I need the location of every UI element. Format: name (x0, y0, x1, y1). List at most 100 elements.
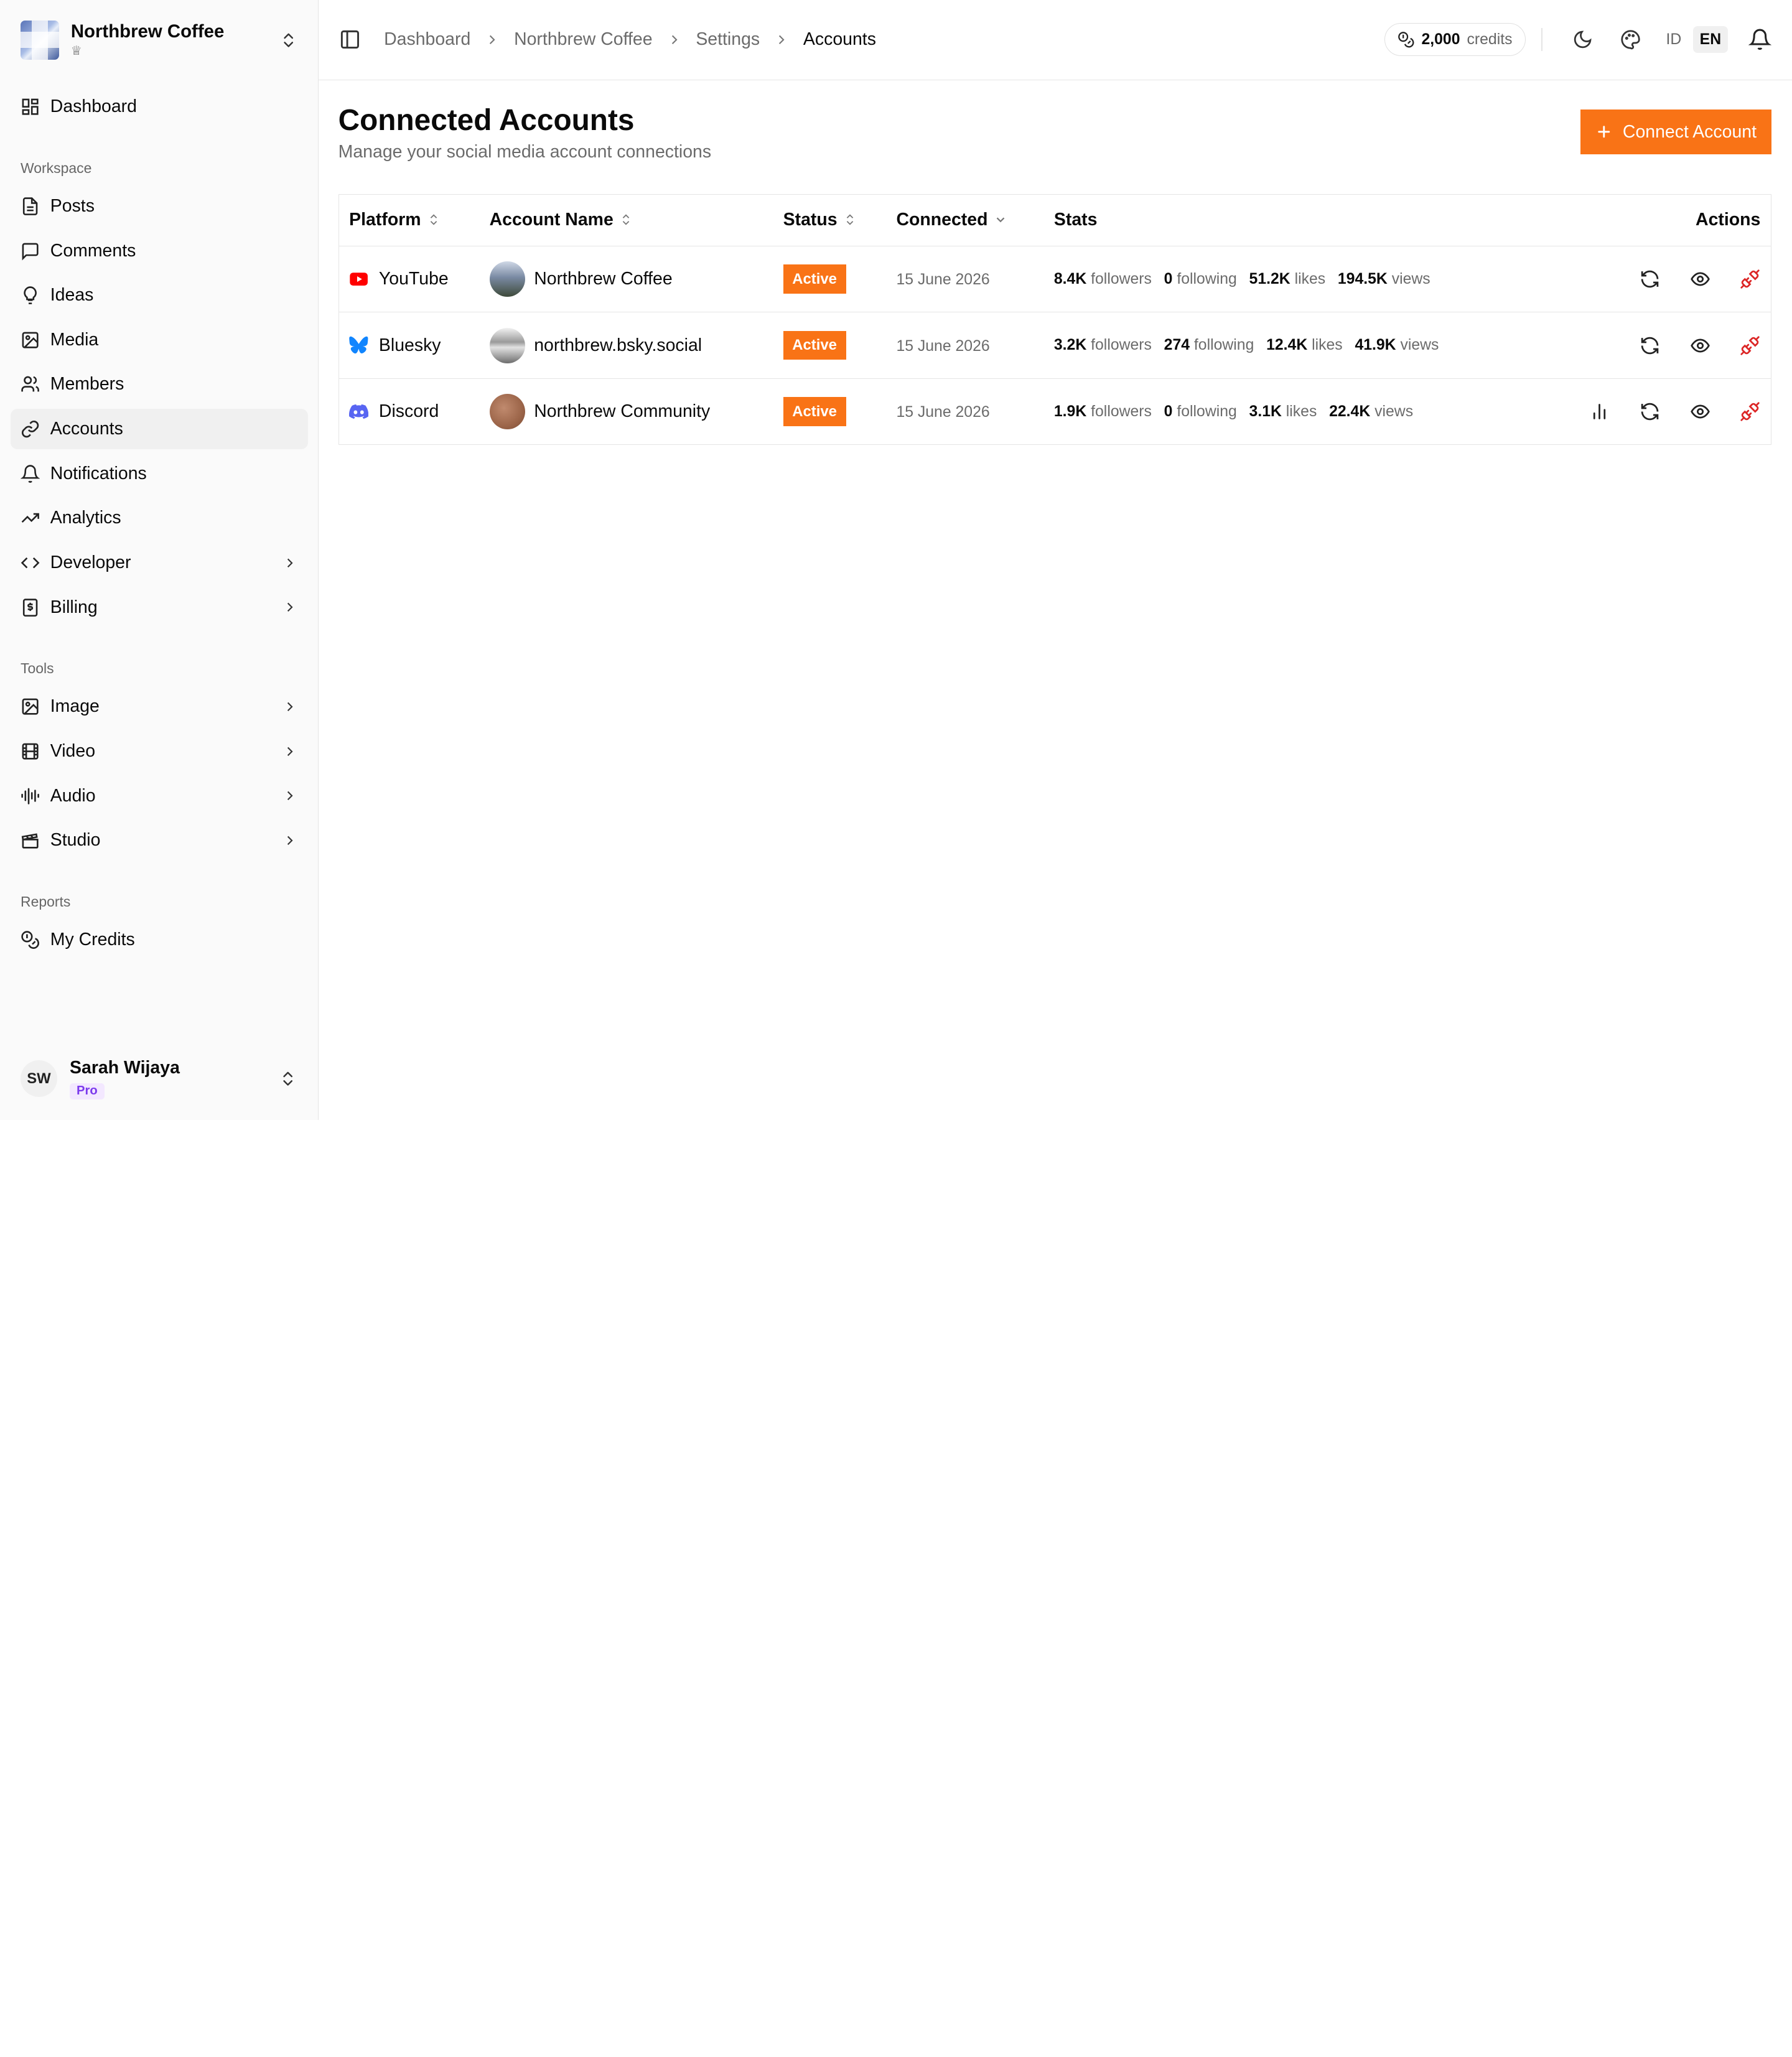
stats-cell: 1.9K followers 0 following 3.1K likes 22… (1053, 403, 1414, 420)
coins-icon (21, 931, 39, 949)
sidebar-item-label: Audio (50, 785, 96, 806)
plan-badge: Pro (70, 1083, 105, 1100)
unlink-icon[interactable] (1740, 401, 1760, 422)
sidebar-item-comments[interactable]: Comments (11, 231, 308, 271)
credits-pill[interactable]: 2,000 credits (1384, 23, 1526, 57)
lang-en-button[interactable]: EN (1692, 26, 1729, 54)
section-label-workspace: Workspace (21, 159, 92, 176)
chevron-right-icon (287, 602, 293, 612)
coins-icon (1398, 32, 1414, 48)
receipt-icon (22, 598, 38, 617)
page-title: Connected Accounts (338, 104, 635, 138)
page-subtitle: Manage your social media account connect… (338, 141, 712, 162)
status-badge: Active (783, 397, 846, 426)
user-name: Sarah Wijaya (70, 1058, 180, 1078)
sidebar-toggle-icon[interactable] (339, 29, 361, 50)
sidebar-item-label: Posts (50, 195, 95, 216)
sidebar-item-label: Comments (50, 240, 136, 261)
chevron-right-icon (287, 791, 293, 801)
sidebar-item-developer[interactable]: Developer (11, 543, 308, 582)
sidebar-item-video[interactable]: Video (11, 731, 308, 771)
sidebar-item-notifications[interactable]: Notifications (11, 454, 308, 493)
sidebar-item-image[interactable]: Image (11, 687, 308, 727)
column-header-stats: Stats (1043, 194, 1549, 246)
account-avatar (489, 327, 525, 363)
chevron-right-icon (287, 747, 293, 756)
refresh-icon[interactable] (1640, 401, 1660, 422)
breadcrumb-accounts: Accounts (803, 29, 876, 50)
users-icon (21, 376, 39, 392)
refresh-icon[interactable] (1640, 335, 1660, 356)
sidebar-item-media[interactable]: Media (11, 320, 308, 360)
account-name: Northbrew Community (534, 401, 711, 422)
chevron-right-icon (779, 35, 785, 44)
status-badge: Active (783, 330, 846, 360)
link-icon (21, 420, 39, 438)
avatar: SW (21, 1060, 57, 1098)
org-logo (21, 21, 60, 60)
chevron-right-icon (490, 35, 495, 44)
sidebar-item-my-credits[interactable]: My Credits (11, 920, 308, 959)
unlink-icon[interactable] (1740, 269, 1760, 289)
sidebar-item-label: Video (50, 741, 96, 761)
breadcrumb-dashboard[interactable]: Dashboard (384, 29, 470, 50)
bell-icon[interactable] (1748, 28, 1771, 51)
chevron-up-down-icon (283, 1071, 293, 1086)
clapperboard-icon (21, 833, 39, 849)
sidebar-item-label: My Credits (50, 930, 135, 950)
credits-value: 2,000 (1421, 30, 1460, 48)
connected-date: 15 June 2026 (896, 337, 990, 355)
column-header-account-name[interactable]: Account Name (479, 194, 773, 246)
discord-icon (349, 404, 369, 419)
crown-icon: ♕ (70, 44, 82, 58)
palette-icon[interactable] (1620, 29, 1641, 50)
eye-icon[interactable] (1690, 269, 1710, 289)
account-name: northbrew.bsky.social (534, 335, 702, 355)
table-row: YouTube Northbrew Coffee Active 15 June … (338, 246, 1771, 313)
section-label-reports: Reports (21, 893, 71, 910)
column-header-connected[interactable]: Connected (885, 194, 1044, 246)
stats-cell: 3.2K followers 274 following 12.4K likes… (1043, 312, 1549, 379)
connected-date: 15 June 2026 (896, 271, 990, 289)
sort-icon (622, 214, 630, 225)
comment-icon (22, 243, 39, 260)
breadcrumb-settings[interactable]: Settings (696, 29, 760, 50)
unlink-icon[interactable] (1740, 335, 1760, 356)
user-menu[interactable]: SW Sarah Wijaya Pro (0, 1037, 318, 1120)
credits-unit: credits (1467, 30, 1513, 48)
accounts-table: Platform Account Name Status Connected S… (338, 194, 1771, 445)
sidebar-item-audio[interactable]: Audio (11, 776, 308, 816)
connect-account-button[interactable]: Connect Account (1580, 110, 1771, 154)
breadcrumb-org[interactable]: Northbrew Coffee (514, 29, 652, 50)
lightbulb-icon (24, 286, 37, 305)
eye-icon[interactable] (1690, 401, 1710, 422)
sidebar-item-analytics[interactable]: Analytics (11, 498, 308, 538)
chevron-right-icon (671, 35, 678, 44)
sidebar-item-label: Billing (50, 597, 98, 617)
sidebar-item-studio[interactable]: Studio (11, 821, 308, 861)
sidebar-item-label: Dashboard (50, 96, 137, 117)
sidebar-item-billing[interactable]: Billing (11, 587, 308, 627)
sidebar-item-label: Image (50, 696, 100, 717)
sidebar-item-dashboard[interactable]: Dashboard (11, 87, 308, 127)
org-switcher[interactable]: Northbrew Coffee ♕ (0, 0, 318, 80)
code-icon (21, 557, 40, 569)
column-header-platform[interactable]: Platform (338, 194, 480, 246)
eye-icon[interactable] (1690, 335, 1710, 356)
sidebar-item-label: Developer (50, 552, 131, 572)
dashboard-icon (22, 98, 39, 115)
moon-icon[interactable] (1572, 29, 1593, 50)
trending-icon (21, 513, 39, 523)
bar-chart-icon[interactable] (1589, 401, 1610, 422)
lang-id-button[interactable]: ID (1659, 26, 1689, 53)
refresh-icon[interactable] (1640, 269, 1660, 289)
sidebar-item-label: Ideas (50, 285, 94, 306)
sidebar-item-members[interactable]: Members (11, 365, 308, 404)
sidebar: Northbrew Coffee ♕ Dashboard Workspace P… (0, 0, 319, 1120)
column-header-status[interactable]: Status (773, 194, 886, 246)
sidebar-item-posts[interactable]: Posts (11, 186, 308, 226)
chevron-up-down-icon (284, 33, 294, 47)
sidebar-item-accounts[interactable]: Accounts (10, 409, 308, 449)
connected-date: 15 June 2026 (896, 404, 990, 421)
sidebar-item-ideas[interactable]: Ideas (11, 276, 308, 315)
